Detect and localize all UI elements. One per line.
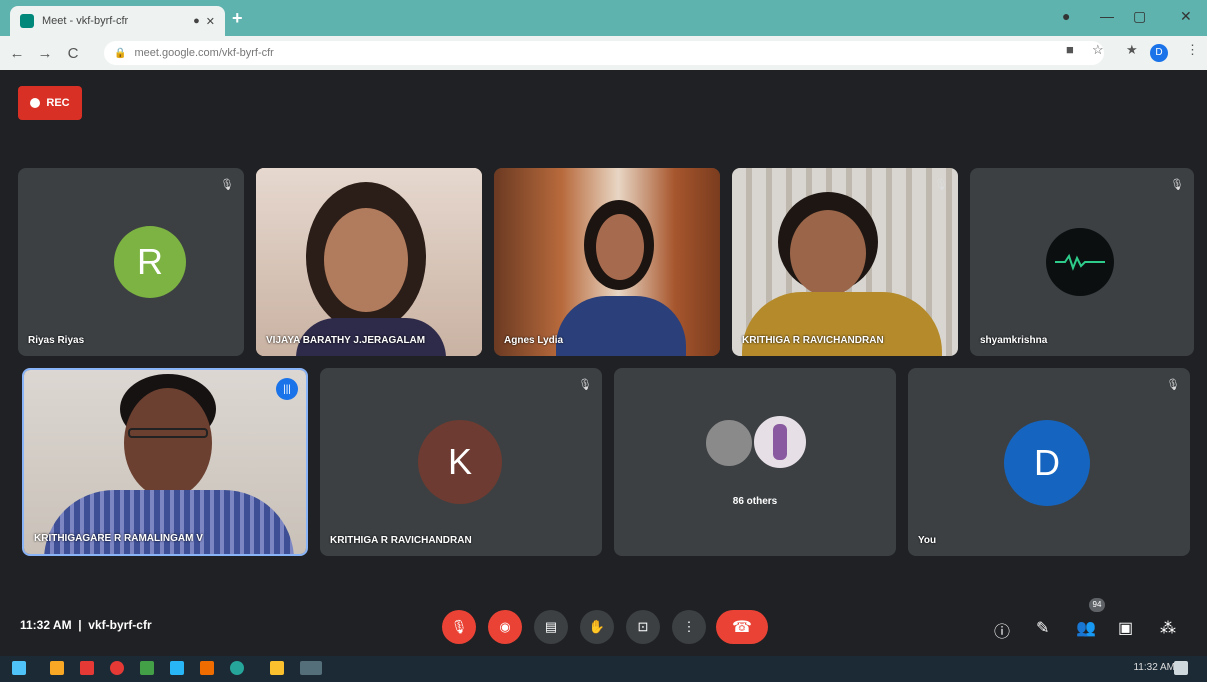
menu-icon[interactable]: ⋮ [1186, 42, 1199, 58]
participant-name: VIJAYA BARATHY J.JERAGALAM [266, 335, 426, 346]
profile-avatar[interactable]: D [1150, 44, 1168, 62]
captions-button[interactable]: ▤ [534, 610, 568, 644]
recording-label: REC [46, 97, 70, 109]
meet-favicon-icon [20, 14, 34, 28]
participant-name: Riyas Riyas [28, 335, 85, 346]
participant-name: You [918, 535, 937, 546]
participant-tile[interactable]: 🎙 K KRITHIGA R RAVICHANDRAN [320, 368, 602, 556]
mic-muted-icon: 🎙 [934, 179, 948, 191]
close-tab-icon[interactable]: ✕ [206, 15, 215, 28]
participant-name: KRITHIGA R RAVICHANDRAN [742, 335, 884, 346]
app-icon[interactable] [140, 661, 154, 675]
start-icon[interactable] [12, 661, 26, 675]
browser-tab-bar: Meet - vkf-byrf-cfr ● ✕ + ● — ▢ ✕ [0, 0, 1207, 36]
profile-icon[interactable]: ● [1062, 8, 1070, 24]
system-clock: 11:32 AM [1133, 662, 1175, 673]
recording-badge: REC [18, 86, 82, 120]
participant-face [324, 208, 408, 312]
participant-tile[interactable]: 🎙 shyamkrishna [970, 168, 1194, 356]
pin-icon[interactable]: ✎ [1036, 618, 1049, 638]
lock-icon: 🔒 [114, 47, 127, 59]
participant-name: KRITHIGAGARE R RAMALINGAM V [34, 533, 203, 544]
tab-title: Meet - vkf-byrf-cfr [42, 15, 129, 27]
self-tile[interactable]: 🎙 D You [908, 368, 1190, 556]
participant-name: Agnes Lydia [504, 335, 564, 346]
camera-indicator-icon[interactable]: ■ [1066, 42, 1074, 57]
meeting-controls-bar: 11:32 AM | vkf-byrf-cfr 🎙 ◉ ▤ ✋ ⊡ ⋮ ☎ ⓘ … [0, 600, 1207, 654]
new-tab-button[interactable]: + [232, 8, 243, 29]
speaking-indicator-icon: ||| [276, 378, 298, 400]
avatar: K [418, 420, 502, 504]
url-field[interactable]: 🔒 meet.google.com/vkf-byrf-cfr [104, 41, 1104, 65]
waveform-icon [1055, 253, 1105, 271]
app-icon[interactable] [270, 661, 284, 675]
avatar [752, 414, 808, 470]
windows-taskbar: 11:32 AM [0, 656, 1207, 682]
mic-muted-icon: 🎙 [220, 179, 234, 191]
avatar: D [1004, 420, 1090, 506]
forward-icon[interactable]: → [34, 45, 56, 62]
participant-name: shyamkrishna [980, 335, 1048, 346]
participant-tile[interactable]: 🎙 R Riyas Riyas [18, 168, 244, 356]
end-call-button[interactable]: ☎ [716, 610, 768, 644]
bookmark-star-icon[interactable]: ☆ [1092, 42, 1104, 58]
participant-tile[interactable]: Agnes Lydia [494, 168, 720, 356]
participant-face [596, 214, 644, 280]
others-count: 86 others [732, 496, 778, 507]
more-options-button[interactable]: ⋮ [672, 610, 706, 644]
chat-icon[interactable]: ▣ [1118, 618, 1133, 638]
record-dot-icon [30, 98, 41, 108]
reload-icon[interactable]: C [62, 45, 84, 62]
participant-tile[interactable]: VIJAYA BARATHY J.JERAGALAM [256, 168, 482, 356]
close-window-button[interactable]: ✕ [1180, 8, 1192, 25]
app-icon[interactable] [170, 661, 184, 675]
activities-icon[interactable]: ⁂ [1160, 618, 1176, 638]
avatar [704, 418, 754, 468]
participant-face [790, 210, 866, 296]
active-app-icon[interactable] [300, 661, 322, 675]
avatar: R [114, 226, 186, 298]
extensions-icon[interactable]: ★ [1126, 42, 1138, 58]
camera-off-button[interactable]: ◉ [488, 610, 522, 644]
record-indicator-icon: ● [193, 14, 200, 27]
mic-muted-icon: 🎙 [1166, 379, 1180, 391]
avatar [1046, 228, 1114, 296]
participant-tile[interactable]: 🎙 KRITHIGA R RAVICHANDRAN [732, 168, 958, 356]
raise-hand-button[interactable]: ✋ [580, 610, 614, 644]
participant-count-badge: 94 [1089, 598, 1105, 612]
present-button[interactable]: ⊡ [626, 610, 660, 644]
mic-muted-icon: 🎙 [578, 379, 592, 391]
mic-muted-icon: 🎙 [1170, 179, 1184, 191]
url-text: meet.google.com/vkf-byrf-cfr [134, 47, 274, 59]
notifications-icon[interactable] [1174, 661, 1188, 675]
participant-tile-speaking[interactable]: ||| KRITHIGAGARE R RAMALINGAM V [22, 368, 308, 556]
minimize-button[interactable]: — [1100, 8, 1114, 24]
meeting-info: 11:32 AM | vkf-byrf-cfr [20, 618, 152, 632]
edge-icon[interactable] [230, 661, 244, 675]
participant-face [124, 388, 212, 498]
mic-off-button[interactable]: 🎙 [442, 610, 476, 644]
back-icon[interactable]: ← [6, 45, 28, 62]
info-icon[interactable]: ⓘ [994, 618, 1010, 642]
maximize-button[interactable]: ▢ [1133, 8, 1146, 25]
pdf-icon[interactable] [80, 661, 94, 675]
others-tile[interactable]: 86 others [614, 368, 896, 556]
app-icon[interactable] [200, 661, 214, 675]
people-icon[interactable]: 👥 [1076, 618, 1096, 638]
participant-name: KRITHIGA R RAVICHANDRAN [330, 535, 472, 546]
browser-tab[interactable]: Meet - vkf-byrf-cfr ● ✕ [10, 6, 225, 36]
address-bar: ← → C 🔒 meet.google.com/vkf-byrf-cfr [0, 36, 1207, 70]
chrome-icon[interactable] [110, 661, 124, 675]
file-explorer-icon[interactable] [50, 661, 64, 675]
